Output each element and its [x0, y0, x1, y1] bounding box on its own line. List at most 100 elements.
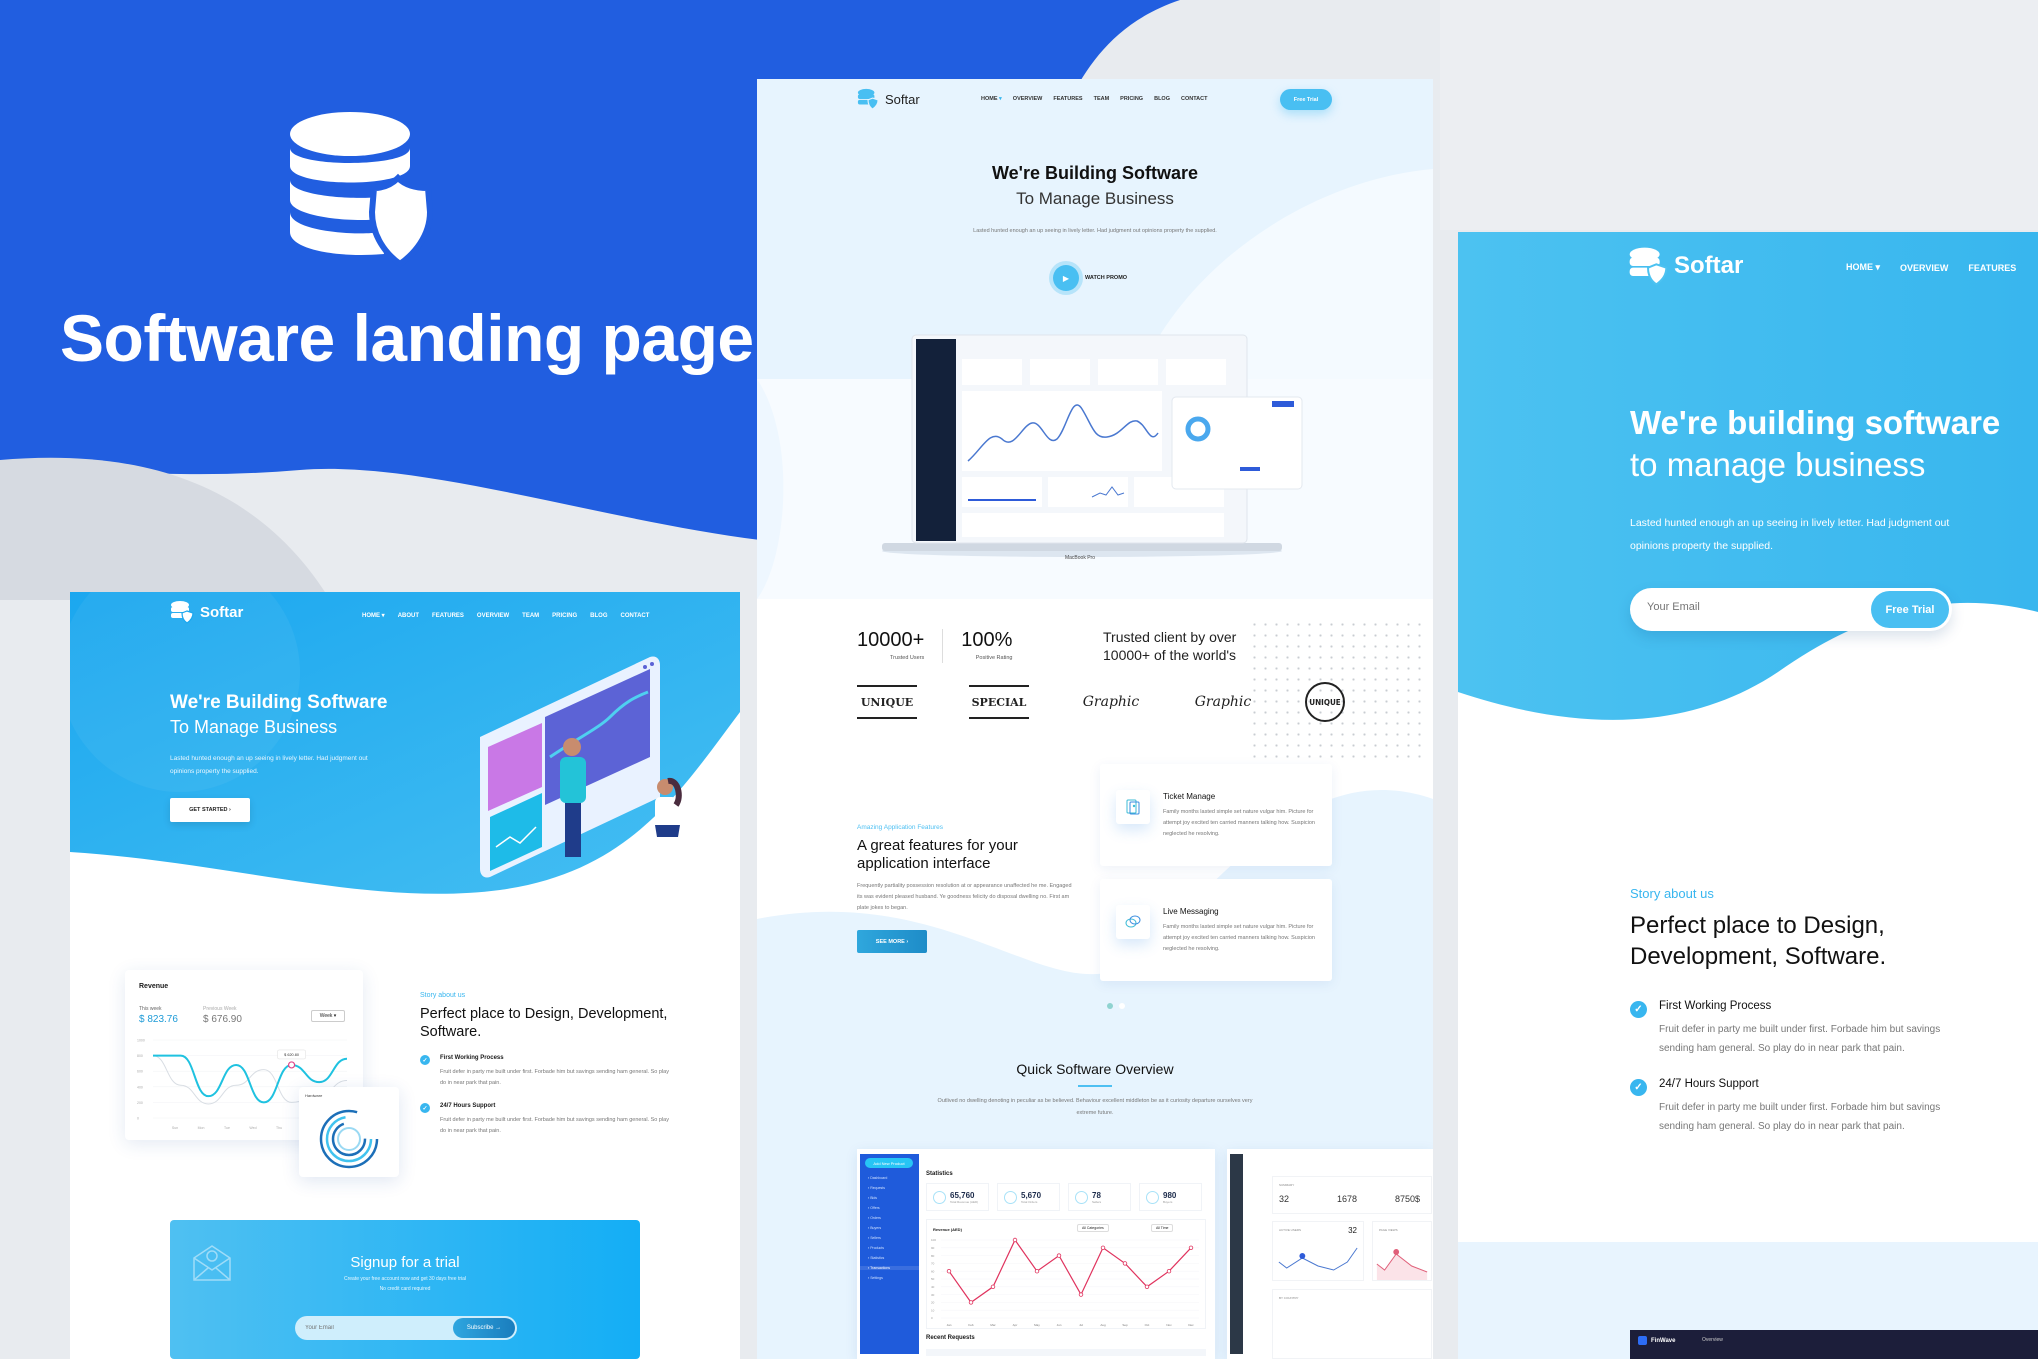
signup-banner: Signup for a trial Create your free acco… [170, 1220, 640, 1359]
x-tick-label: Mon [198, 1126, 205, 1130]
data-point [1166, 1269, 1172, 1274]
brand-logo[interactable]: Softar [1628, 246, 1743, 286]
x-tick-label: Wed [249, 1126, 256, 1130]
requests-table-header [926, 1349, 1206, 1356]
story-item: ✓ 24/7 Hours Support Fruit defer in part… [420, 1103, 670, 1137]
x-tick-label: Thu [276, 1126, 282, 1130]
by-country-card: BY COUNTRY [1272, 1289, 1432, 1359]
logo-icon [1629, 247, 1668, 286]
hero-title: We're Building Software [170, 692, 388, 713]
period-select[interactable]: Week ▾ [311, 1010, 345, 1022]
signup-line2: No credit card required [379, 1286, 431, 1292]
client-logo: SPECIAL [969, 685, 1029, 719]
story-item-text: Fruit defer in party me built under firs… [1659, 1024, 1941, 1054]
pager-dot-active[interactable] [1107, 1003, 1113, 1009]
nav-about[interactable]: ABOUT [398, 613, 419, 619]
hero-title: We're Building Software [992, 163, 1198, 183]
client-logo: UNIQUE [857, 685, 917, 719]
sidebar-item: ▪ Requests [868, 1186, 885, 1190]
story-items: ✓ First Working Process Fruit defer in p… [1630, 1000, 1950, 1156]
nav-overview[interactable]: OVERVIEW [1900, 263, 1948, 273]
data-point [990, 1284, 996, 1289]
nav-team[interactable]: TEAM [1094, 96, 1110, 102]
client-logos: UNIQUE SPECIAL Graphic Graphic UNIQUE [857, 682, 1345, 722]
nav-home[interactable]: HOME ▾ [981, 96, 1002, 102]
ticket-icon [1116, 790, 1150, 824]
nav-overview[interactable]: OVERVIEW [477, 613, 509, 619]
y-tick-label: 600 [137, 1070, 143, 1074]
overview-text: Outlived no dwelling denoting in peculia… [937, 1098, 1253, 1116]
nav-contact[interactable]: CONTACT [621, 613, 650, 619]
story-item-text: Fruit defer in party me built under firs… [440, 1117, 669, 1134]
hero-text: Lasted hunted enough an up seeing in liv… [170, 755, 368, 775]
subscribe-button[interactable]: Subscribe → [453, 1318, 515, 1338]
y-tick-label: 200 [137, 1101, 143, 1105]
data-point [1100, 1245, 1106, 1250]
dark-app-screenshot: FinWave Overview [1630, 1330, 2038, 1359]
nav-blog[interactable]: BLOG [590, 613, 607, 619]
data-point [1034, 1269, 1040, 1274]
story-item: ✓ 24/7 Hours Support Fruit defer in part… [1630, 1078, 1950, 1136]
x-tick-label: May [1034, 1323, 1040, 1327]
nav-contact[interactable]: CONTACT [1181, 96, 1207, 102]
chat-icon [1116, 905, 1150, 939]
kpi-icon [1075, 1190, 1088, 1204]
stat-divider [942, 629, 944, 663]
story-item-text: Fruit defer in party me built under firs… [440, 1069, 669, 1086]
y-tick-label: 70 [931, 1262, 935, 1266]
nav-home[interactable]: HOME ▾ [1846, 262, 1880, 273]
pager-dot[interactable] [1119, 1003, 1125, 1009]
story-section: Story about us Perfect place to Design, … [420, 992, 670, 1137]
cover-title: Software landing page [60, 301, 754, 375]
y-tick-label: 0 [137, 1117, 139, 1121]
y-tick-label: 400 [137, 1085, 143, 1089]
y-tick-label: 10 [931, 1308, 935, 1312]
get-started-button[interactable]: GET STARTED › [170, 798, 250, 822]
hero-subtitle: to manage business [1630, 446, 1926, 483]
free-trial-button[interactable]: Free Trial [1871, 591, 1949, 628]
time-filter: All Time [1151, 1224, 1174, 1232]
brand-logo[interactable]: Softar [170, 600, 243, 624]
x-tick-label: Feb [968, 1323, 974, 1327]
ring-chart [319, 1109, 379, 1169]
trusted-text: Trusted client by over 10000+ of the wor… [1103, 629, 1237, 663]
main-nav: HOME ▾ OVERVIEW FEATURES TEAM PRICING BL… [981, 96, 1207, 102]
nav-overview[interactable]: OVERVIEW [1013, 96, 1043, 102]
analytics-dashboard-screenshot: SUMMARY 32 1678 8750$ ACTIVE USERS 32 PA… [1227, 1149, 1433, 1359]
app-brand: FinWave [1638, 1336, 1675, 1345]
brand-name: Softar [1674, 252, 1744, 279]
see-more-button[interactable]: SEE MORE › [857, 930, 927, 953]
previous-week-label: Previous Week [203, 1006, 237, 1012]
watch-promo-button[interactable]: ▶ WATCH PROMO [1053, 265, 1127, 291]
email-input[interactable] [1647, 601, 1827, 613]
email-input[interactable] [295, 1325, 445, 1331]
signup-line1: Create your free account now and get 30 … [343, 1276, 466, 1282]
sidebar-item: ▪ Orders [868, 1216, 881, 1220]
laptop-dashboard-image: MacBook Pro [882, 334, 1303, 561]
carousel-pager [1107, 1003, 1125, 1009]
nav-features[interactable]: FEATURES [432, 613, 464, 619]
nav-home[interactable]: HOME ▾ [362, 612, 385, 619]
nav-features[interactable]: FEATURES [1968, 263, 2016, 273]
sidebar-item: ▪ Products [868, 1246, 885, 1250]
nav-team[interactable]: TEAM [522, 613, 539, 619]
x-tick-label: Jul [1079, 1323, 1083, 1327]
stat-trusted-users: 10000+ Trusted Users [857, 629, 925, 661]
brand-logo[interactable]: Softar [857, 88, 920, 110]
nav-pricing[interactable]: PRICING [552, 613, 577, 619]
y-tick-label: 100 [931, 1238, 936, 1242]
nav-blog[interactable]: BLOG [1154, 96, 1170, 102]
x-tick-label: Apr [1013, 1323, 1018, 1327]
feature-card: Ticket Manage Family months lasted simpl… [1100, 764, 1332, 866]
x-tick-label: Mar [990, 1323, 995, 1327]
story-item-text: Fruit defer in party me built under firs… [1659, 1102, 1941, 1132]
landing-mockup-left: Softar HOME ▾ ABOUT FEATURES OVERVIEW TE… [70, 592, 740, 1359]
data-point [1144, 1284, 1150, 1289]
logo-icon [857, 88, 879, 110]
free-trial-button[interactable]: Free Trial [1280, 89, 1332, 110]
kpi-row: 65,760 Total Revenue (AED) 5,670 Total Ord… [926, 1183, 1202, 1211]
stat-positive-rating: 100% Positive Rating [961, 629, 1013, 661]
story-kicker: Story about us [1630, 886, 1714, 901]
nav-features[interactable]: FEATURES [1053, 96, 1082, 102]
nav-pricing[interactable]: PRICING [1120, 96, 1143, 102]
